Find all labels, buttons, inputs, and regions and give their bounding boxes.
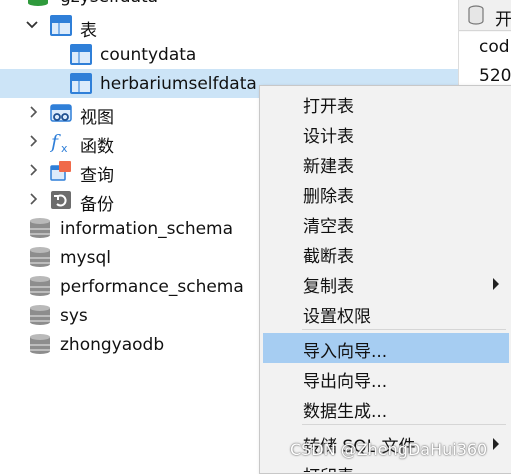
menu-item-permissions[interactable]: 设置权限 [263,298,509,328]
menu-separator [302,424,506,425]
submenu-arrow-icon [493,438,499,450]
menu-item-label: 截断表 [303,247,354,267]
grid-toolbar: 开 [459,0,511,31]
function-icon: f x [50,131,68,153]
chevron-right-icon[interactable] [27,163,41,177]
menu-separator [302,329,506,330]
backups-label: 备份 [80,195,114,215]
watermark: CSDN @ZhengDaHui360 [290,440,488,459]
database-icon [468,5,484,25]
functions-label: 函数 [80,137,114,157]
chevron-right-icon[interactable] [27,192,41,206]
table-label: herbariumselfdata [100,74,257,94]
views-label: 视图 [80,108,114,128]
table-icon [70,73,92,94]
menu-item-label: 设计表 [303,127,354,147]
chevron-down-icon[interactable] [25,18,39,32]
menu-item-label: 删除表 [303,187,354,207]
menu-item-label: 导出向导... [303,372,388,392]
menu-item-import-wizard[interactable]: 导入向导... [263,333,509,363]
backup-icon [51,191,71,209]
view-icon [50,104,72,122]
tree-node-tables[interactable]: 表 [0,11,458,41]
menu-item-label: 打开表 [303,97,354,117]
table-icon [70,44,92,65]
database-icon [30,218,50,240]
tree-db-gzyseifdata[interactable]: gzyseifdata [0,0,458,11]
cell-text: cod [479,37,510,57]
cell-text: 520 [479,66,511,86]
database-icon [30,247,50,269]
db-label: information_schema [60,219,234,239]
database-icon [28,0,48,8]
menu-item-export-wizard[interactable]: 导出向导... [263,363,509,393]
menu-item-label: 新建表 [303,157,354,177]
menu-item-new-table[interactable]: 新建表 [263,148,509,178]
chevron-right-icon[interactable] [27,105,41,119]
db-label: sys [60,306,88,326]
db-label: mysql [60,248,111,268]
menu-item-copy-table[interactable]: 复制表 [263,268,509,298]
menu-item-label: 数据生成... [303,402,388,422]
chevron-right-icon[interactable] [27,134,41,148]
menu-item-label: 设置权限 [303,307,371,327]
menu-item-label: 导入向导... [303,342,388,362]
context-menu: 打开表 设计表 新建表 删除表 清空表 截断表 复制表 设置权限 导入向导...… [259,85,511,474]
menu-item-empty-table[interactable]: 清空表 [263,208,509,238]
menu-item-delete-table[interactable]: 删除表 [263,178,509,208]
svg-text:x: x [61,142,68,153]
database-icon [30,334,50,356]
svg-text:f: f [50,131,61,153]
menu-item-label: 清空表 [303,217,354,237]
menu-item-print-table[interactable]: 打印表 [263,458,509,472]
menu-item-truncate-table[interactable]: 截断表 [263,238,509,268]
menu-item-data-generation[interactable]: 数据生成... [263,393,509,423]
table-label: countydata [100,45,197,65]
open-table-button[interactable]: 开 [495,5,511,30]
db-label: gzyseifdata [60,0,158,7]
tables-label: 表 [80,21,97,41]
menu-item-design-table[interactable]: 设计表 [263,118,509,148]
menu-item-label: 复制表 [303,277,354,297]
submenu-arrow-icon [493,278,499,290]
table-folder-icon [50,15,72,36]
grid-cell[interactable]: cod [459,32,511,62]
database-icon [30,276,50,298]
menu-item-label: 打印表 [303,462,354,472]
database-icon [30,305,50,327]
tree-table-countydata[interactable]: countydata [0,40,458,69]
query-icon [50,161,71,181]
db-label: performance_schema [60,277,244,297]
menu-item-open-table[interactable]: 打开表 [263,88,509,118]
db-label: zhongyaodb [60,335,165,355]
queries-label: 查询 [80,166,114,186]
